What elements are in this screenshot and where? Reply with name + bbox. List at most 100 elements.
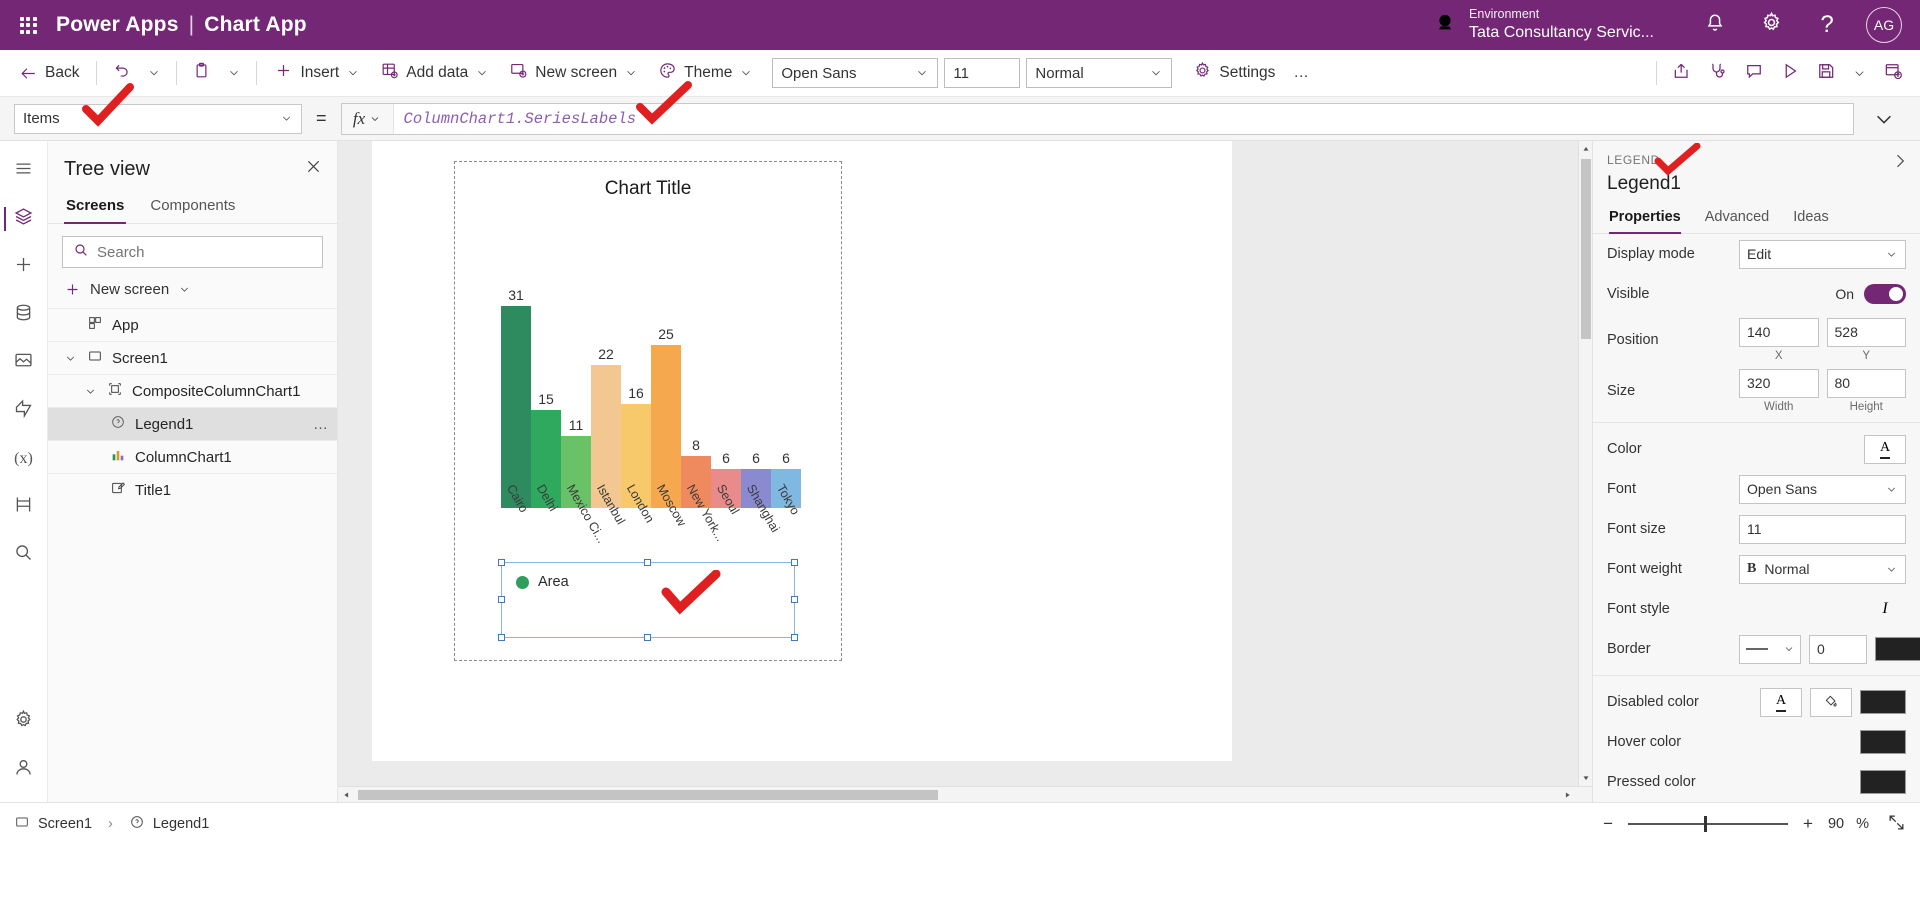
tree-view-button[interactable]: [4, 199, 44, 239]
search-input[interactable]: [97, 244, 312, 261]
back-button[interactable]: Back: [10, 59, 88, 88]
app-settings-button[interactable]: [4, 702, 44, 742]
new-screen-tree-button[interactable]: New screen: [48, 276, 337, 308]
legend1-control[interactable]: Area: [501, 562, 795, 638]
position-x-input[interactable]: 140: [1739, 318, 1819, 347]
canvas-horizontal-scrollbar[interactable]: [338, 786, 1592, 802]
border-width-input[interactable]: 0: [1809, 635, 1867, 664]
share-button[interactable]: [1665, 55, 1699, 92]
scroll-right-arrow-icon[interactable]: [1560, 790, 1576, 800]
tab-advanced[interactable]: Advanced: [1705, 209, 1770, 233]
chevron-down-icon[interactable]: [82, 385, 98, 398]
font-size-input[interactable]: 11: [944, 58, 1020, 88]
formula-expand-button[interactable]: [1862, 108, 1906, 130]
account-button[interactable]: [4, 750, 44, 790]
fx-button[interactable]: fx: [342, 104, 394, 134]
close-tree-view-button[interactable]: [304, 157, 323, 181]
tree-node-overflow-button[interactable]: …: [313, 416, 329, 433]
tree-node-columnchart1[interactable]: ColumnChart1: [48, 440, 337, 473]
hover-color-swatch[interactable]: [1860, 730, 1906, 754]
avatar[interactable]: AG: [1866, 7, 1902, 43]
breadcrumb-control[interactable]: Legend1: [129, 814, 209, 834]
components-button[interactable]: [4, 487, 44, 527]
publish-button[interactable]: [1876, 55, 1910, 92]
hamburger-menu-button[interactable]: [4, 151, 44, 191]
font-weight-select[interactable]: Normal: [1026, 58, 1172, 88]
resize-handle-sw[interactable]: [498, 634, 505, 641]
font-size-input[interactable]: 11: [1739, 515, 1906, 544]
undo-dropdown-button[interactable]: [140, 60, 168, 86]
paste-button[interactable]: [185, 55, 218, 91]
resize-handle-w[interactable]: [498, 596, 505, 603]
app-name[interactable]: Chart App: [204, 13, 307, 37]
environment-selector[interactable]: Environment Tata Consultancy Servic...: [1433, 7, 1654, 43]
tab-components[interactable]: Components: [148, 191, 237, 223]
chevron-down-icon[interactable]: [62, 352, 78, 365]
tab-properties[interactable]: Properties: [1609, 209, 1681, 233]
resize-handle-nw[interactable]: [498, 559, 505, 566]
tab-screens[interactable]: Screens: [64, 191, 126, 223]
display-mode-select[interactable]: Edit: [1739, 240, 1906, 269]
settings-command-button[interactable]: Settings: [1184, 56, 1284, 90]
canvas-vertical-scroll-thumb[interactable]: [1581, 159, 1591, 339]
tree-node-screen1[interactable]: Screen1: [48, 341, 337, 374]
tree-search-box[interactable]: [62, 236, 323, 268]
canvas-vertical-scrollbar[interactable]: [1578, 141, 1592, 786]
italic-toggle-button[interactable]: I: [1864, 595, 1906, 624]
search-panel-button[interactable]: [4, 535, 44, 575]
fit-screen-button[interactable]: [1887, 813, 1906, 836]
tree-node-title1[interactable]: Title1: [48, 473, 337, 506]
zoom-out-button[interactable]: −: [1600, 814, 1616, 834]
zoom-slider[interactable]: [1628, 823, 1788, 825]
paste-dropdown-button[interactable]: [220, 60, 248, 86]
tree-node-app[interactable]: App: [48, 308, 337, 341]
text-color-button[interactable]: A: [1864, 435, 1906, 464]
screen1-frame[interactable]: Chart Title 3115112216258666 CairoDelhiM…: [454, 161, 842, 661]
formula-input[interactable]: ColumnChart1.SeriesLabels: [394, 110, 1853, 128]
chart-bar[interactable]: 31: [501, 306, 531, 508]
breadcrumb-screen[interactable]: Screen1: [14, 814, 92, 834]
collapse-panel-button[interactable]: [1890, 151, 1910, 176]
resize-handle-e[interactable]: [791, 596, 798, 603]
font-weight-select[interactable]: B Normal: [1739, 555, 1906, 584]
visible-toggle[interactable]: [1864, 284, 1906, 304]
disabled-text-color-button[interactable]: A: [1760, 688, 1802, 717]
font-family-select[interactable]: Open Sans: [772, 58, 938, 88]
column-chart-plot[interactable]: 3115112216258666 CairoDelhiMexico Ci...I…: [501, 248, 801, 508]
scroll-left-arrow-icon[interactable]: [338, 790, 354, 800]
size-height-input[interactable]: 80: [1827, 369, 1907, 398]
power-automate-button[interactable]: [4, 391, 44, 431]
zoom-in-button[interactable]: +: [1800, 814, 1816, 834]
disabled-fill-color-button[interactable]: [1810, 688, 1852, 717]
resize-handle-n[interactable]: [644, 559, 651, 566]
media-panel-button[interactable]: [4, 343, 44, 383]
border-style-select[interactable]: [1739, 635, 1801, 664]
insert-button[interactable]: Insert: [265, 56, 369, 90]
size-width-input[interactable]: 320: [1739, 369, 1819, 398]
tree-node-compositecolumnchart1[interactable]: CompositeColumnChart1: [48, 374, 337, 407]
app-checker-button[interactable]: [1701, 55, 1735, 92]
notification-bell-button[interactable]: [1690, 0, 1740, 50]
font-select[interactable]: Open Sans: [1739, 475, 1906, 504]
tree-node-legend1[interactable]: Legend1 …: [48, 407, 337, 440]
comment-button[interactable]: [1737, 55, 1771, 92]
formula-input-wrapper[interactable]: fx ColumnChart1.SeriesLabels: [341, 103, 1854, 135]
add-data-button[interactable]: Add data: [371, 56, 498, 90]
preview-button[interactable]: [1773, 55, 1807, 92]
save-options-button[interactable]: [1845, 60, 1874, 87]
resize-handle-ne[interactable]: [791, 559, 798, 566]
resize-handle-se[interactable]: [791, 634, 798, 641]
app-launcher-button[interactable]: [0, 17, 56, 34]
more-commands-button[interactable]: …: [1286, 58, 1318, 88]
position-y-input[interactable]: 528: [1827, 318, 1907, 347]
data-panel-button[interactable]: [4, 295, 44, 335]
property-selector[interactable]: Items: [14, 104, 302, 134]
chart-title[interactable]: Chart Title: [455, 178, 841, 200]
insert-panel-button[interactable]: [4, 247, 44, 287]
pressed-color-swatch[interactable]: [1860, 770, 1906, 794]
resize-handle-s[interactable]: [644, 634, 651, 641]
theme-button[interactable]: Theme: [649, 56, 762, 90]
new-screen-button[interactable]: New screen: [500, 56, 647, 90]
save-button[interactable]: [1809, 55, 1843, 92]
disabled-color-swatch[interactable]: [1860, 690, 1906, 714]
